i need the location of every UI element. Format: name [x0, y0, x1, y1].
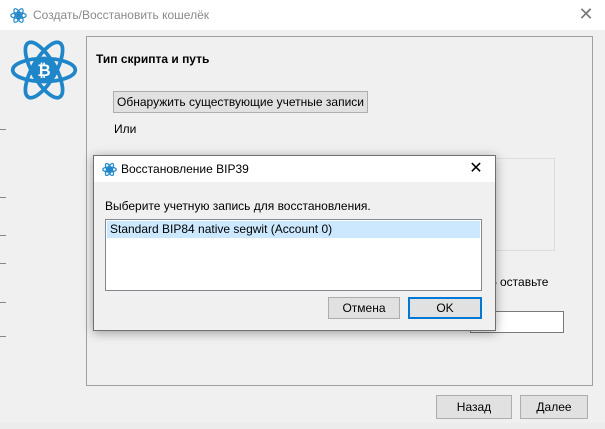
section-title: Тип скрипта и путь — [96, 52, 210, 66]
electrum-title-icon — [10, 8, 27, 23]
electrum-logo-icon: ₿ — [10, 40, 78, 100]
list-item[interactable]: Standard BIP84 native segwit (Account 0) — [107, 221, 480, 238]
window-title: Создать/Восстановить кошелёк — [33, 8, 209, 22]
leave-hint-text: – оставьте — [490, 275, 549, 289]
or-label: Или — [114, 122, 137, 136]
dialog-titlebar: Восстановление BIP39 ✕ — [94, 156, 495, 182]
cancel-button[interactable]: Отмена — [328, 297, 400, 319]
main-titlebar: Создать/Восстановить кошелёк ✕ — [0, 0, 605, 30]
dialog-title: Восстановление BIP39 — [121, 162, 249, 176]
svg-text:₿: ₿ — [37, 61, 50, 80]
bip39-recovery-dialog: Восстановление BIP39 ✕ Выберите учетную … — [93, 155, 496, 331]
back-button[interactable]: Назад — [436, 395, 512, 419]
dialog-close-button[interactable]: ✕ — [464, 158, 488, 180]
electrum-dialog-icon — [102, 162, 117, 177]
next-button[interactable]: Далее — [520, 395, 588, 419]
account-list[interactable]: Standard BIP84 native segwit (Account 0) — [105, 219, 482, 291]
ok-button[interactable]: OK — [408, 297, 482, 319]
discover-accounts-button[interactable]: Обнаружить существующие учетные записи — [113, 91, 368, 113]
dialog-prompt: Выберите учетную запись для восстановлен… — [105, 199, 371, 213]
window-close-button[interactable]: ✕ — [576, 3, 596, 25]
background-window-strip — [0, 423, 605, 429]
